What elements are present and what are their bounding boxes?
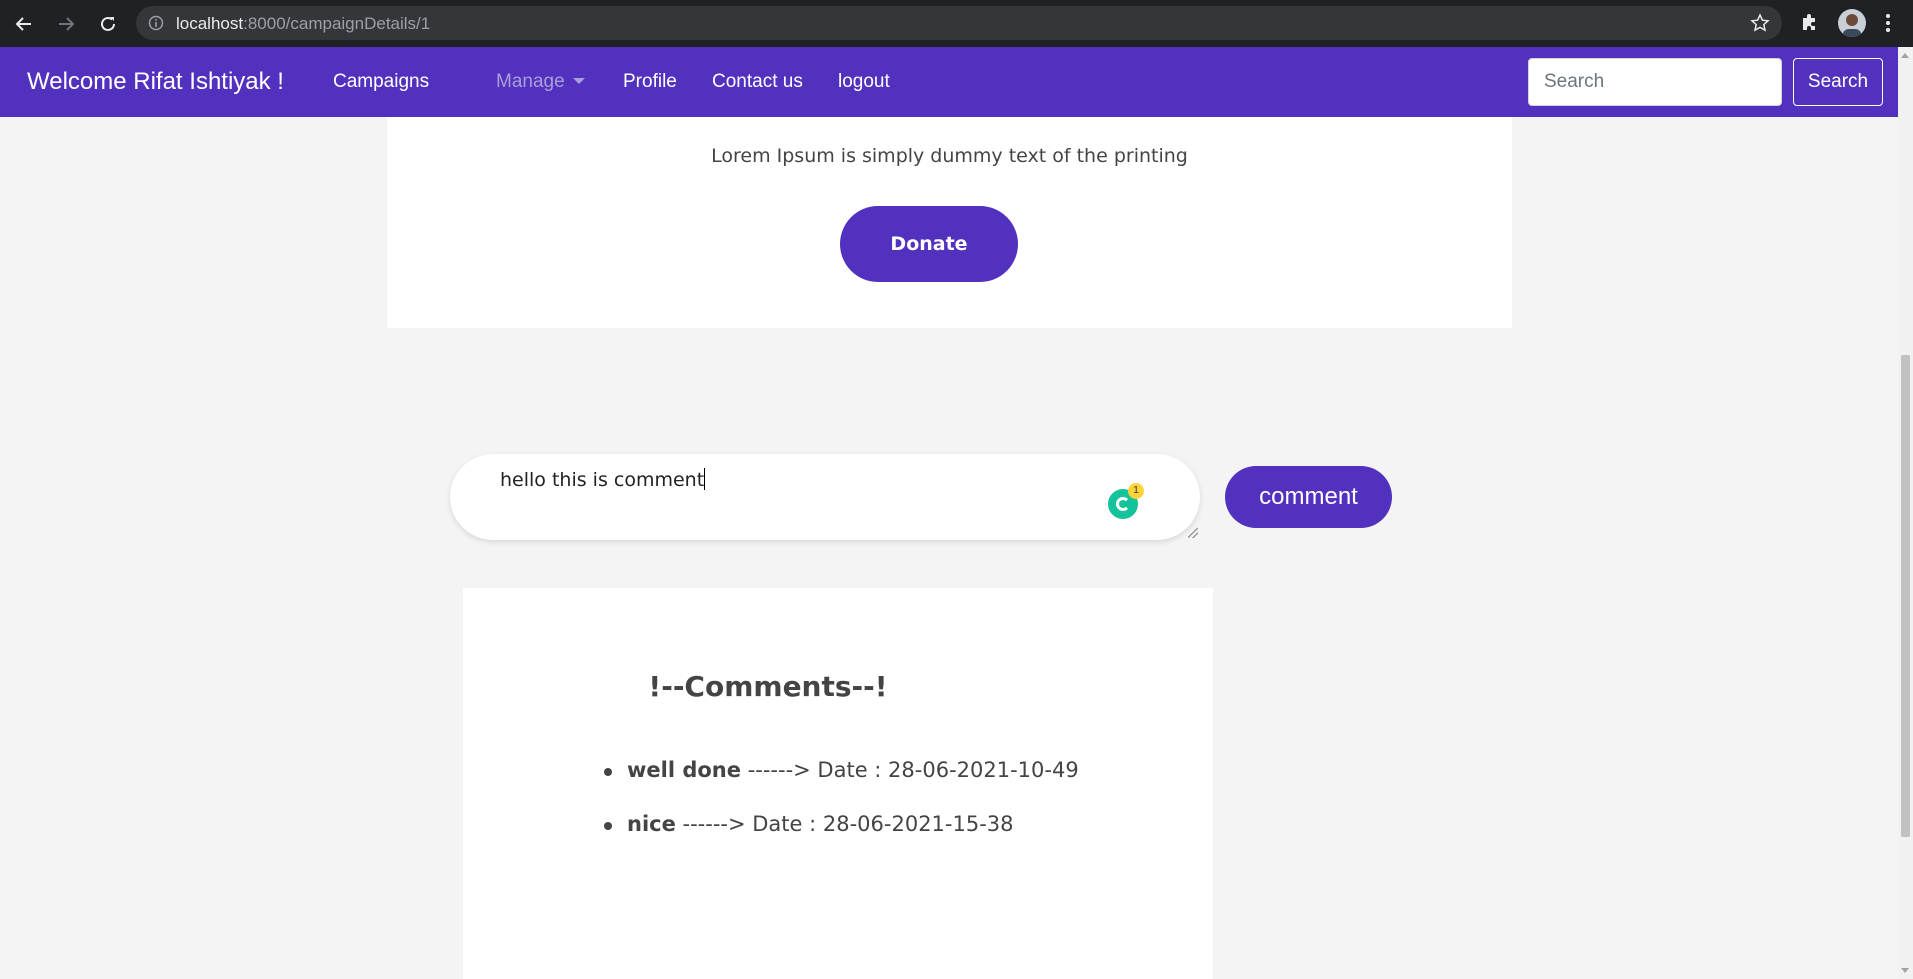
search-button[interactable]: Search	[1793, 58, 1883, 106]
scroll-down-icon[interactable]	[1901, 968, 1909, 973]
comment-date: ------> Date : 28-06-2021-15-38	[675, 812, 1014, 836]
back-arrow-icon	[15, 16, 31, 31]
app-navbar: Welcome Rifat Ishtiyak ! Campaigns Manag…	[0, 47, 1898, 117]
scroll-thumb[interactable]	[1901, 355, 1910, 837]
comment-textarea-value: hello this is comment	[500, 468, 706, 491]
search-input[interactable]	[1528, 58, 1782, 106]
address-bar[interactable]: localhost:8000/campaignDetails/1	[136, 6, 1782, 40]
site-info-icon[interactable]	[148, 15, 164, 35]
campaign-description: Lorem Ipsum is simply dummy text of the …	[711, 145, 1188, 167]
grammarly-icon[interactable]: 1	[1108, 483, 1144, 519]
profile-avatar[interactable]	[1838, 9, 1866, 37]
comment-textarea[interactable]: hello this is comment 1	[450, 454, 1200, 540]
resize-handle-icon[interactable]	[1188, 528, 1198, 538]
caret-down-icon	[572, 78, 585, 84]
extensions-puzzle-icon[interactable]	[1799, 11, 1821, 37]
reload-icon	[101, 16, 115, 31]
reload-button[interactable]	[90, 6, 126, 42]
nav-dropdown-manage-label: Manage	[496, 71, 565, 92]
browser-menu-icon[interactable]	[1885, 12, 1891, 38]
comment-text: well done	[627, 758, 742, 782]
comment-date: ------> Date : 28-06-2021-10-49	[741, 758, 1079, 782]
navbar-brand[interactable]: Welcome Rifat Ishtiyak !	[27, 68, 284, 96]
nav-link-campaigns[interactable]: Campaigns	[333, 71, 429, 93]
grammarly-logo	[1116, 497, 1130, 511]
text-cursor	[704, 468, 706, 490]
comments-list: well done ------> Date : 28-06-2021-10-4…	[604, 758, 1079, 866]
comments-card: !--Comments--! well done ------> Date : …	[463, 588, 1213, 979]
scroll-up-icon[interactable]	[1901, 53, 1909, 58]
campaign-card: Lorem Ipsum is simply dummy text of the …	[387, 117, 1512, 328]
url-text: localhost:8000/campaignDetails/1	[176, 14, 431, 33]
donate-button[interactable]: Donate	[840, 206, 1018, 282]
page-scrollbar[interactable]	[1898, 47, 1913, 979]
nav-link-profile[interactable]: Profile	[623, 71, 677, 93]
nav-link-contact[interactable]: Contact us	[712, 71, 803, 93]
nav-dropdown-manage[interactable]: Manage	[496, 71, 585, 93]
bullet-icon	[604, 768, 612, 776]
back-button[interactable]	[6, 6, 42, 42]
browser-toolbar: localhost:8000/campaignDetails/1	[0, 0, 1913, 47]
forward-arrow-icon	[59, 16, 75, 31]
bookmark-star-icon[interactable]	[1750, 13, 1770, 37]
comment-submit-button[interactable]: comment	[1225, 466, 1392, 528]
grammarly-badge: 1	[1128, 483, 1144, 499]
forward-button[interactable]	[48, 6, 84, 42]
nav-link-logout[interactable]: logout	[838, 71, 890, 93]
bullet-icon	[604, 822, 612, 830]
list-item: well done ------> Date : 28-06-2021-10-4…	[604, 758, 1079, 812]
comments-title: !--Comments--!	[648, 670, 888, 703]
list-item: nice ------> Date : 28-06-2021-15-38	[604, 812, 1079, 866]
comment-text: nice	[627, 812, 676, 836]
